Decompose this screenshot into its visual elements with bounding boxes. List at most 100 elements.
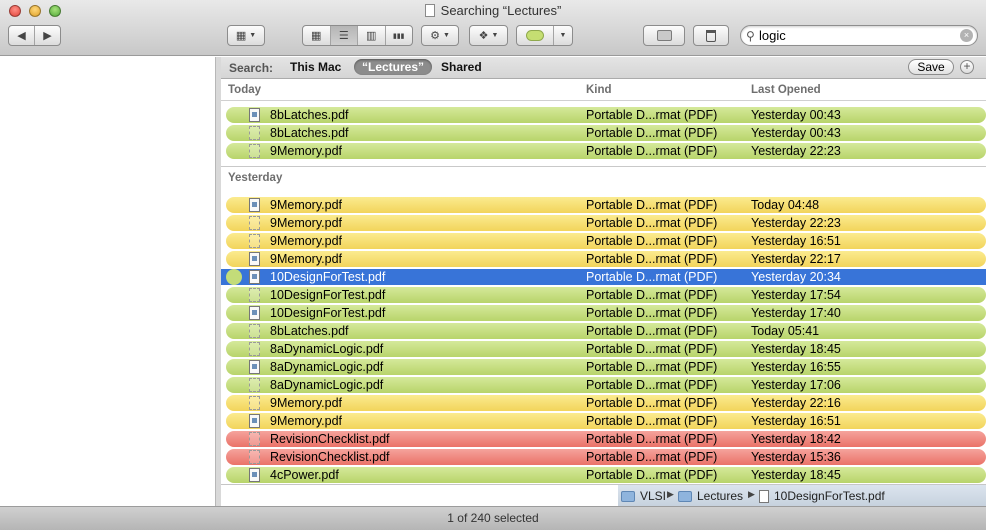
group-separator xyxy=(221,166,986,167)
file-name: 8aDynamicLogic.pdf xyxy=(270,378,384,392)
list-view-icon: ☰ xyxy=(338,30,349,42)
arrange-button[interactable]: ▦ ▼ xyxy=(227,25,265,46)
search-input[interactable] xyxy=(759,28,955,43)
path-separator-icon: ▶ xyxy=(667,489,674,499)
file-name: RevisionChecklist.pdf xyxy=(270,450,390,464)
path-item-vlsi[interactable]: VLSI xyxy=(621,489,666,503)
column-view-icon: ▥ xyxy=(366,30,377,42)
table-row[interactable]: 9Memory.pdf Portable D...rmat (PDF) Yester… xyxy=(226,251,986,267)
table-row[interactable]: 9Memory.pdf Portable D...rmat (PDF) Yester… xyxy=(226,233,986,249)
search-field[interactable]: ⚲ × xyxy=(740,25,978,46)
back-forward-control: ◀ ▶ xyxy=(8,25,61,46)
pdf-file-icon xyxy=(249,450,260,464)
table-row[interactable]: 8bLatches.pdf Portable D...rmat (PDF) Yest… xyxy=(226,125,986,141)
table-row[interactable]: 10DesignForTest.pdf Portable D...rmat (PD… xyxy=(226,287,986,303)
forward-button[interactable]: ▶ xyxy=(34,26,60,45)
folder-icon xyxy=(678,490,692,502)
pdf-file-icon xyxy=(249,270,260,284)
status-bar: 1 of 240 selected xyxy=(0,506,986,530)
icon-view-button[interactable]: ▦ xyxy=(303,26,330,45)
file-name: 9Memory.pdf xyxy=(270,414,343,428)
gear-icon: ⚙ xyxy=(430,30,440,42)
list-view-button[interactable]: ☰ xyxy=(329,26,357,45)
scope-this-mac[interactable]: This Mac xyxy=(290,60,341,74)
file-last-opened: Yesterday 22:23 xyxy=(751,216,841,230)
table-row[interactable]: 4cPower.pdf Portable D...rmat (PDF) Yester… xyxy=(226,467,986,483)
table-row[interactable]: 9Memory.pdf Portable D...rmat (PDF) Yester… xyxy=(226,143,986,159)
scope-shared[interactable]: Shared xyxy=(441,60,482,74)
table-row[interactable]: 10DesignForTest.pdf Portable D...rmat (PD… xyxy=(221,269,986,285)
pdf-file-icon xyxy=(249,288,260,302)
file-name: 10DesignForTest.pdf xyxy=(270,306,386,320)
table-row[interactable]: 8aDynamicLogic.pdf Portable D...rmat (PDF… xyxy=(226,341,986,357)
action-button[interactable]: ⚙ ▼ xyxy=(421,25,459,46)
path-item-lectures[interactable]: Lectures xyxy=(678,489,743,503)
table-row[interactable]: 8bLatches.pdf Portable D...rmat (PDF) Yest… xyxy=(226,107,986,123)
document-icon xyxy=(424,4,435,17)
sidebar[interactable] xyxy=(0,57,216,506)
pdf-file-icon xyxy=(249,468,260,482)
tag-menu-button[interactable]: ▼ xyxy=(553,26,572,45)
scope-lectures[interactable]: “Lectures” xyxy=(354,59,433,75)
file-name: 9Memory.pdf xyxy=(270,234,343,248)
file-name: 10DesignForTest.pdf xyxy=(270,270,386,284)
path-item-label: 10DesignForTest.pdf xyxy=(774,489,885,503)
file-last-opened: Yesterday 15:36 xyxy=(751,450,841,464)
table-row[interactable]: 9Memory.pdf Portable D...rmat (PDF) Yester… xyxy=(226,413,986,429)
pdf-file-icon xyxy=(249,324,260,338)
add-criteria-button[interactable]: + xyxy=(960,60,974,74)
file-name: 9Memory.pdf xyxy=(270,144,343,158)
path-item-file[interactable]: 10DesignForTest.pdf xyxy=(759,489,885,503)
table-row[interactable]: 9Memory.pdf Portable D...rmat (PDF) Yester… xyxy=(226,395,986,411)
column-header-kind[interactable]: Kind xyxy=(586,84,612,96)
file-last-opened: Yesterday 20:34 xyxy=(751,270,841,284)
table-row[interactable]: 8bLatches.pdf Portable D...rmat (PDF) Toda… xyxy=(226,323,986,339)
file-last-opened: Yesterday 17:40 xyxy=(751,306,841,320)
back-button[interactable]: ◀ xyxy=(9,26,34,45)
chevron-down-icon: ▼ xyxy=(491,32,499,39)
clear-search-icon[interactable]: × xyxy=(960,29,973,42)
file-last-opened: Yesterday 16:51 xyxy=(751,414,841,428)
file-kind: Portable D...rmat (PDF) xyxy=(586,216,718,230)
pdf-file-icon xyxy=(249,414,260,428)
file-name: 9Memory.pdf xyxy=(270,216,343,230)
path-item-label: VLSI xyxy=(640,489,667,503)
pdf-file-icon xyxy=(249,126,260,140)
table-row[interactable]: RevisionChecklist.pdf Portable D...rmat (… xyxy=(226,431,986,447)
file-name: 9Memory.pdf xyxy=(270,198,343,212)
file-kind: Portable D...rmat (PDF) xyxy=(586,144,718,158)
file-name: RevisionChecklist.pdf xyxy=(270,432,390,446)
dropbox-button[interactable]: ❖ ▼ xyxy=(469,25,508,46)
cover-flow-button[interactable]: ▮▮▮ xyxy=(384,26,413,45)
column-header-last-opened[interactable]: Last Opened xyxy=(751,84,821,96)
new-folder-button[interactable] xyxy=(643,25,685,46)
column-header-name[interactable]: Today xyxy=(228,84,261,96)
tag-dot-icon xyxy=(226,269,242,285)
cover-flow-icon: ▮▮▮ xyxy=(392,32,405,40)
pdf-file-icon xyxy=(249,306,260,320)
table-row[interactable]: 8aDynamicLogic.pdf Portable D...rmat (PDF… xyxy=(226,359,986,375)
toolbar: Searching “Lectures” ◀ ▶ ▦ ▼ ▦ ☰ ▥ ▮▮▮ ⚙ ▼… xyxy=(0,0,986,56)
file-last-opened: Yesterday 18:42 xyxy=(751,432,841,446)
column-view-button[interactable]: ▥ xyxy=(357,26,385,45)
selection-status: 1 of 240 selected xyxy=(447,511,539,525)
file-name: 4cPower.pdf xyxy=(270,468,339,482)
table-row[interactable]: 9Memory.pdf Portable D...rmat (PDF) Today … xyxy=(226,197,986,213)
chevron-down-icon: ▼ xyxy=(249,32,257,39)
save-search-button[interactable]: Save xyxy=(908,59,954,75)
pdf-file-icon xyxy=(249,108,260,122)
tag-button[interactable] xyxy=(517,26,553,45)
pdf-file-icon xyxy=(249,432,260,446)
table-row[interactable]: 9Memory.pdf Portable D...rmat (PDF) Yester… xyxy=(226,215,986,231)
file-last-opened: Yesterday 00:43 xyxy=(751,126,841,140)
file-kind: Portable D...rmat (PDF) xyxy=(586,432,718,446)
table-row[interactable]: RevisionChecklist.pdf Portable D...rmat (… xyxy=(226,449,986,465)
table-row[interactable]: 10DesignForTest.pdf Portable D...rmat (PD… xyxy=(226,305,986,321)
file-name: 8bLatches.pdf xyxy=(270,324,349,338)
file-name: 8bLatches.pdf xyxy=(270,108,349,122)
delete-button[interactable] xyxy=(693,25,729,46)
file-kind: Portable D...rmat (PDF) xyxy=(586,270,718,284)
file-last-opened: Yesterday 22:16 xyxy=(751,396,841,410)
table-row[interactable]: 8aDynamicLogic.pdf Portable D...rmat (PDF… xyxy=(226,377,986,393)
search-scope-bar: Search: This Mac “Lectures” Shared Save … xyxy=(221,57,986,79)
